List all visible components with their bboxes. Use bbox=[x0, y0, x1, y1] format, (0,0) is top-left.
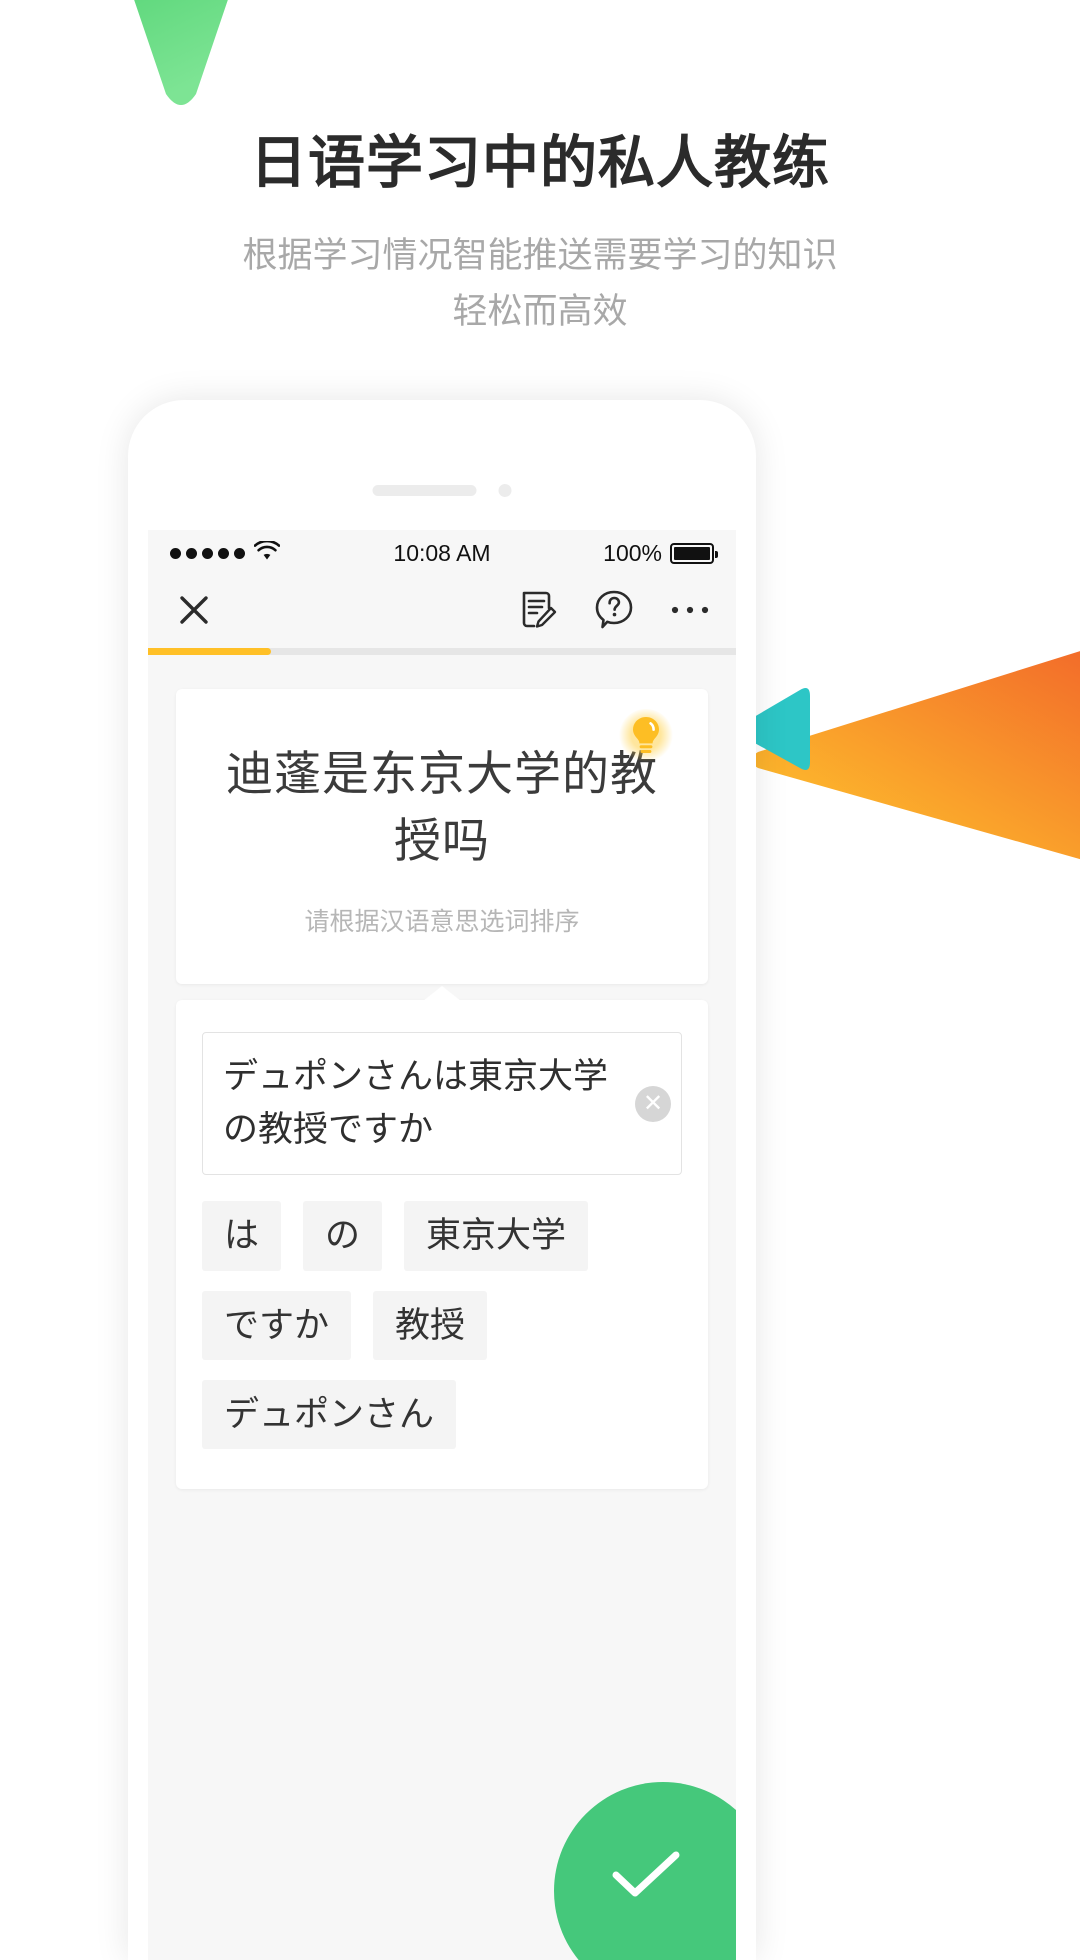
page-subtitle: 根据学习情况智能推送需要学习的知识 轻松而高效 bbox=[0, 228, 1080, 340]
word-chip[interactable]: 東京大学 bbox=[404, 1201, 589, 1271]
page-title: 日语学习中的私人教练 bbox=[250, 131, 830, 195]
wifi-icon bbox=[253, 539, 281, 567]
decor-green-triangle bbox=[70, 0, 292, 110]
answer-panel: デュポンさんは東京大学の教授ですか ✕ は の 東京大学 ですか 教授 デュポン… bbox=[176, 1000, 708, 1490]
more-horizontal-icon[interactable] bbox=[670, 603, 710, 622]
app-nav-bar bbox=[148, 576, 736, 648]
word-chip[interactable]: 教授 bbox=[373, 1290, 488, 1360]
word-chip[interactable]: ですか bbox=[202, 1290, 352, 1360]
answer-text: デュポンさんは東京大学の教授ですか bbox=[223, 1057, 609, 1149]
status-bar-left bbox=[170, 539, 281, 567]
status-bar-right: 100% bbox=[603, 539, 718, 567]
word-chip[interactable]: は bbox=[202, 1201, 282, 1271]
phone-mockup: 10:08 AM 100% 迪蓬是东京大学的教授吗 请根据汉语意思选词排序 デュ… bbox=[128, 400, 756, 1960]
phone-front-camera bbox=[498, 484, 512, 497]
phone-speaker-group bbox=[372, 484, 512, 497]
lesson-progress-bar bbox=[148, 648, 736, 655]
help-circle-icon[interactable] bbox=[594, 589, 634, 636]
page-subtitle-line2: 轻松而高效 bbox=[452, 292, 628, 331]
phone-speaker-grille bbox=[372, 485, 477, 496]
lesson-progress-fill bbox=[148, 648, 272, 655]
decor-arrow-group bbox=[740, 640, 1080, 870]
phone-screen: 10:08 AM 100% 迪蓬是东京大学的教授吗 请根据汉语意思选词排序 デュ… bbox=[148, 530, 736, 1960]
question-instruction: 请根据汉语意思选词排序 bbox=[304, 908, 580, 937]
answer-input[interactable]: デュポンさんは東京大学の教授ですか ✕ bbox=[202, 1032, 682, 1176]
battery-percent-label: 100% bbox=[603, 539, 662, 566]
signal-dots-icon bbox=[170, 547, 245, 559]
question-text: 迪蓬是东京大学的教授吗 bbox=[226, 747, 658, 867]
question-card: 迪蓬是东京大学的教授吗 请根据汉语意思选词排序 bbox=[176, 689, 708, 985]
check-icon bbox=[610, 1851, 716, 1908]
nav-actions bbox=[518, 589, 710, 636]
clear-circle-icon[interactable]: ✕ bbox=[635, 1085, 671, 1122]
word-chip[interactable]: デュポンさん bbox=[202, 1379, 457, 1450]
submit-button[interactable] bbox=[554, 1782, 736, 1960]
lightbulb-icon[interactable] bbox=[618, 709, 674, 765]
page-subtitle-line1: 根据学习情况智能推送需要学习的知识 bbox=[242, 236, 838, 275]
word-chip[interactable]: の bbox=[303, 1201, 383, 1271]
battery-icon bbox=[670, 542, 718, 564]
word-chip-list: は の 東京大学 ですか 教授 デュポンさん bbox=[202, 1201, 682, 1450]
note-edit-icon[interactable] bbox=[518, 589, 558, 636]
status-bar: 10:08 AM 100% bbox=[148, 530, 736, 576]
close-icon[interactable] bbox=[174, 590, 214, 635]
